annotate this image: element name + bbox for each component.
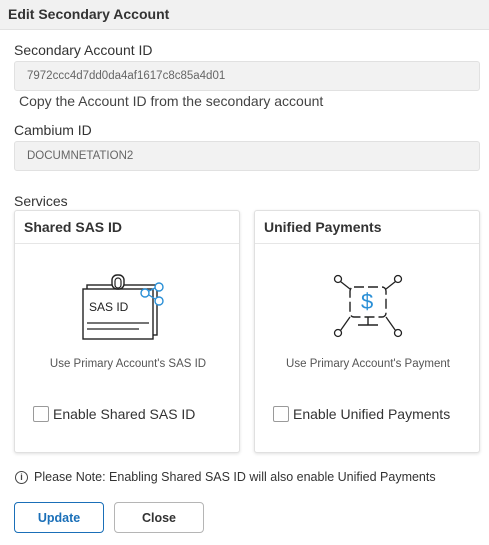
payment-monitor-icon: $ xyxy=(255,271,481,341)
sas-id-illustration-text: SAS ID xyxy=(89,300,129,314)
unified-payments-description: Use Primary Account's Payment xyxy=(286,358,450,370)
note-text: Please Note: Enabling Shared SAS ID will… xyxy=(34,470,436,484)
sas-id-card-icon: SAS ID xyxy=(15,271,241,341)
info-icon: i xyxy=(15,470,28,484)
enable-shared-sas-id-label: Enable Shared SAS ID xyxy=(53,406,196,422)
close-button[interactable]: Close xyxy=(114,502,204,533)
shared-sas-id-card-title: Shared SAS ID xyxy=(15,211,239,244)
enable-unified-payments-label: Enable Unified Payments xyxy=(293,406,451,422)
unified-payments-card-title: Unified Payments xyxy=(255,211,479,244)
services-label: Services xyxy=(14,193,68,209)
cambium-id-label: Cambium ID xyxy=(14,122,92,138)
dialog-title: Edit Secondary Account xyxy=(0,0,489,30)
shared-sas-id-description: Use Primary Account's SAS ID xyxy=(49,358,207,370)
enable-shared-sas-id-checkbox[interactable]: Enable Shared SAS ID xyxy=(33,406,195,422)
update-button[interactable]: Update xyxy=(14,502,104,533)
svg-text:$: $ xyxy=(361,289,373,314)
enable-unified-payments-checkbox[interactable]: Enable Unified Payments xyxy=(273,406,450,422)
checkbox-icon[interactable] xyxy=(273,406,289,422)
cambium-id-input[interactable]: DOCUMNETATION2 xyxy=(14,141,480,171)
unified-payments-card: Unified Payments $ Use Primary Account's… xyxy=(254,210,480,453)
note: i Please Note: Enabling Shared SAS ID wi… xyxy=(15,470,436,484)
checkbox-icon[interactable] xyxy=(33,406,49,422)
secondary-account-id-input[interactable]: 7972ccc4d7dd0da4af1617c8c85a4d01 xyxy=(14,61,480,91)
secondary-account-id-label: Secondary Account ID xyxy=(14,42,153,58)
shared-sas-id-card: Shared SAS ID SAS ID Use Primary Account… xyxy=(14,210,240,453)
secondary-account-help-text: Copy the Account ID from the secondary a… xyxy=(19,93,324,109)
